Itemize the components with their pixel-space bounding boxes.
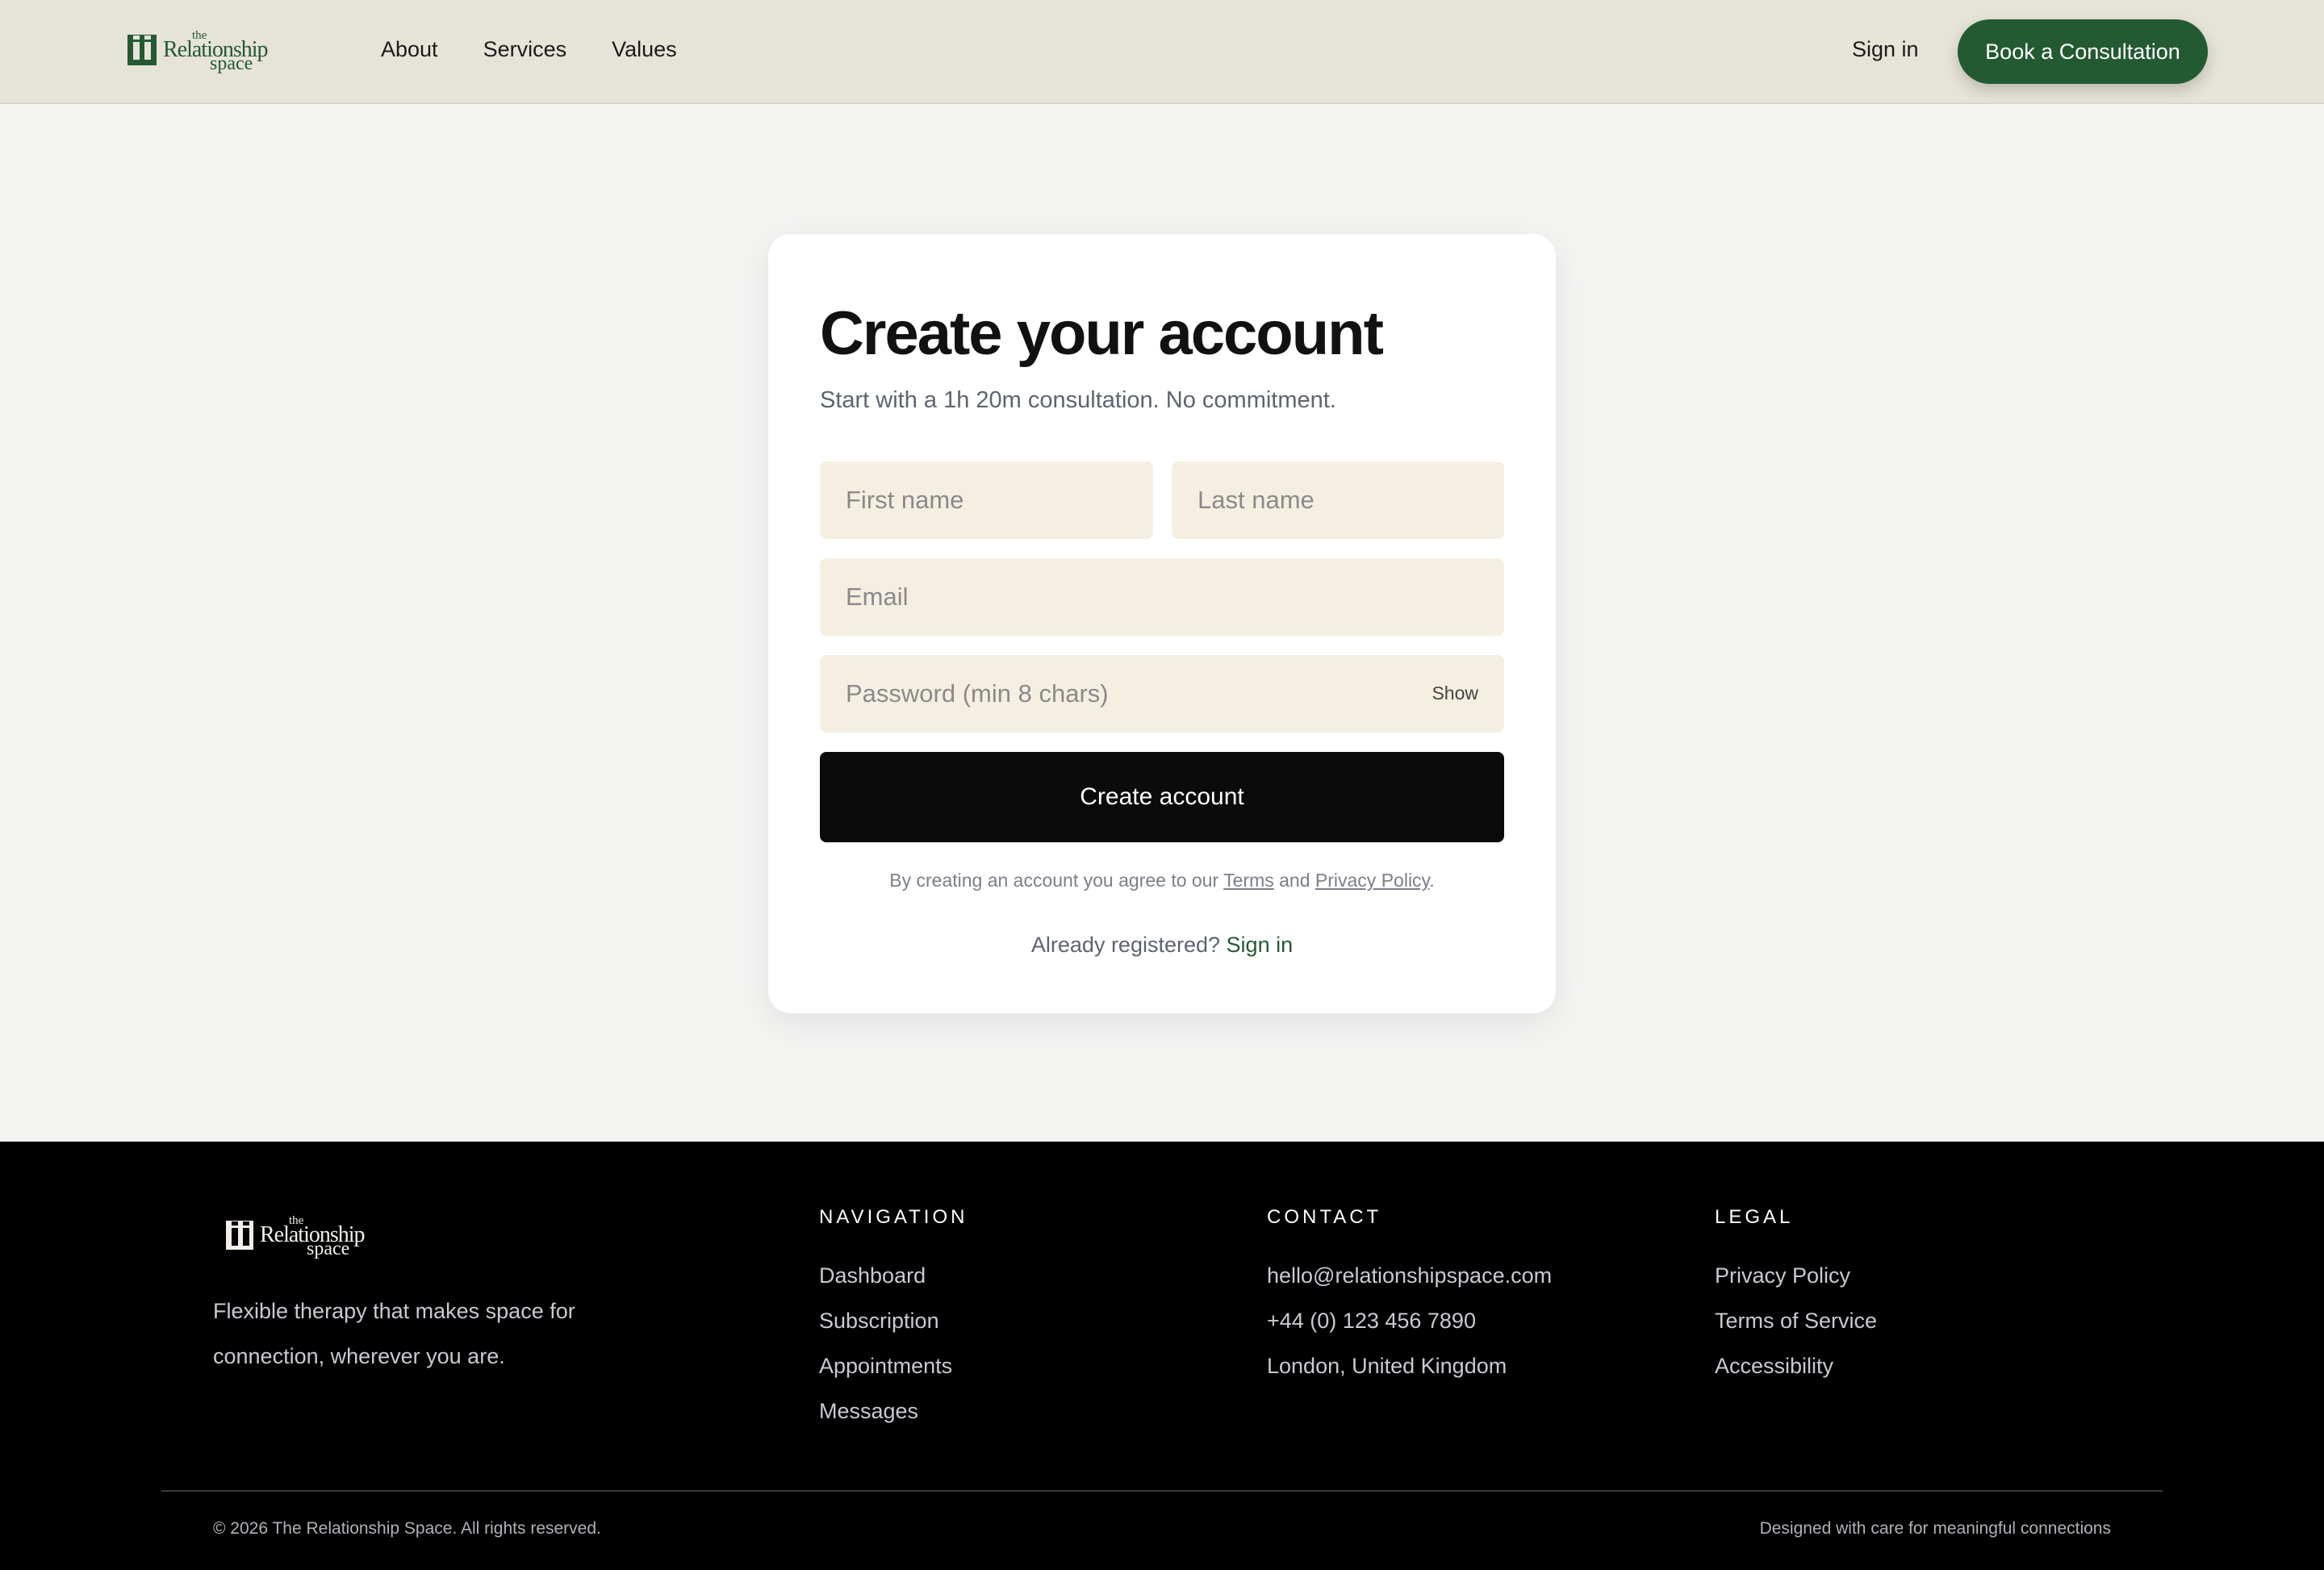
signup-card: Create your account Start with a 1h 20m … [768,234,1556,1013]
footer-email-link[interactable]: hello@relationshipspace.com [1267,1253,1552,1298]
terms-prefix: By creating an account you agree to our [889,870,1219,891]
privacy-policy-link[interactable]: Privacy Policy [1315,870,1429,891]
footer-logo-wordmark: the Relationship space [260,1214,373,1259]
already-registered: Already registered? Sign in [768,933,1556,958]
nav-services[interactable]: Services [483,37,567,62]
footer-link-messages[interactable]: Messages [819,1388,968,1434]
footer-contact-column: CONTACT hello@relationshipspace.com +44 … [1267,1206,1552,1388]
footer-location: London, United Kingdom [1267,1354,1507,1378]
logo-word-space: space [210,53,253,74]
password-placeholder: Password (min 8 chars) [846,679,1109,708]
footer-link-appointments[interactable]: Appointments [819,1343,968,1388]
footer-legal-column: LEGAL Privacy Policy Terms of Service Ac… [1715,1206,1877,1388]
header-sign-in-link[interactable]: Sign in [1852,37,1919,62]
password-input[interactable]: Password (min 8 chars) Show [820,655,1504,733]
footer-navigation-column: NAVIGATION Dashboard Subscription Appoin… [819,1206,968,1434]
footer-navigation-heading: NAVIGATION [819,1206,968,1228]
footer-tagline: Flexible therapy that makes space for co… [213,1299,575,1368]
nav-about[interactable]: About [381,37,438,62]
site-header: the Relationship space About Services Va… [0,0,2324,104]
terms-link[interactable]: Terms [1223,870,1274,891]
already-registered-text: Already registered? [1030,933,1221,957]
terms-and: and [1279,870,1310,891]
logo-icon [127,35,157,65]
footer-link-subscription[interactable]: Subscription [819,1298,968,1343]
book-consultation-button[interactable]: Book a Consultation [1958,19,2208,84]
create-account-button[interactable]: Create account [820,752,1504,842]
footer-legal-heading: LEGAL [1715,1206,1794,1228]
show-password-toggle[interactable]: Show [1432,683,1478,704]
logo[interactable]: the Relationship space [127,29,276,74]
footer-link-dashboard[interactable]: Dashboard [819,1253,968,1298]
nav-values[interactable]: Values [612,37,677,62]
card-sign-in-link[interactable]: Sign in [1227,933,1294,957]
last-name-input[interactable]: Last name [1172,461,1504,539]
footer-logo-icon [226,1221,253,1250]
terms-notice: By creating an account you agree to our … [768,870,1556,891]
site-footer: the Relationship space Flexible therapy … [0,1142,2324,1570]
main-nav: About Services Values [381,37,677,62]
footer-logo[interactable]: the Relationship space [226,1214,373,1259]
footer-logo-word-space: space [307,1238,350,1259]
footer-link-privacy-policy[interactable]: Privacy Policy [1715,1253,1877,1298]
page-title: Create your account [820,299,1384,368]
footer-divider [161,1490,2163,1492]
page-subtitle: Start with a 1h 20m consultation. No com… [820,387,1336,413]
footer-contact-heading: CONTACT [1267,1206,1382,1228]
footer-phone-link[interactable]: +44 (0) 123 456 7890 [1267,1298,1552,1343]
terms-suffix: . [1429,870,1435,891]
email-input[interactable]: Email [820,558,1504,636]
footer-link-accessibility[interactable]: Accessibility [1715,1343,1877,1388]
footer-copyright: © 2026 The Relationship Space. All right… [213,1519,601,1538]
footer-link-terms-of-service[interactable]: Terms of Service [1715,1298,1877,1343]
first-name-input[interactable]: First name [820,461,1153,539]
footer-designed-note: Designed with care for meaningful connec… [1759,1519,2111,1538]
logo-wordmark: the Relationship space [163,29,276,74]
